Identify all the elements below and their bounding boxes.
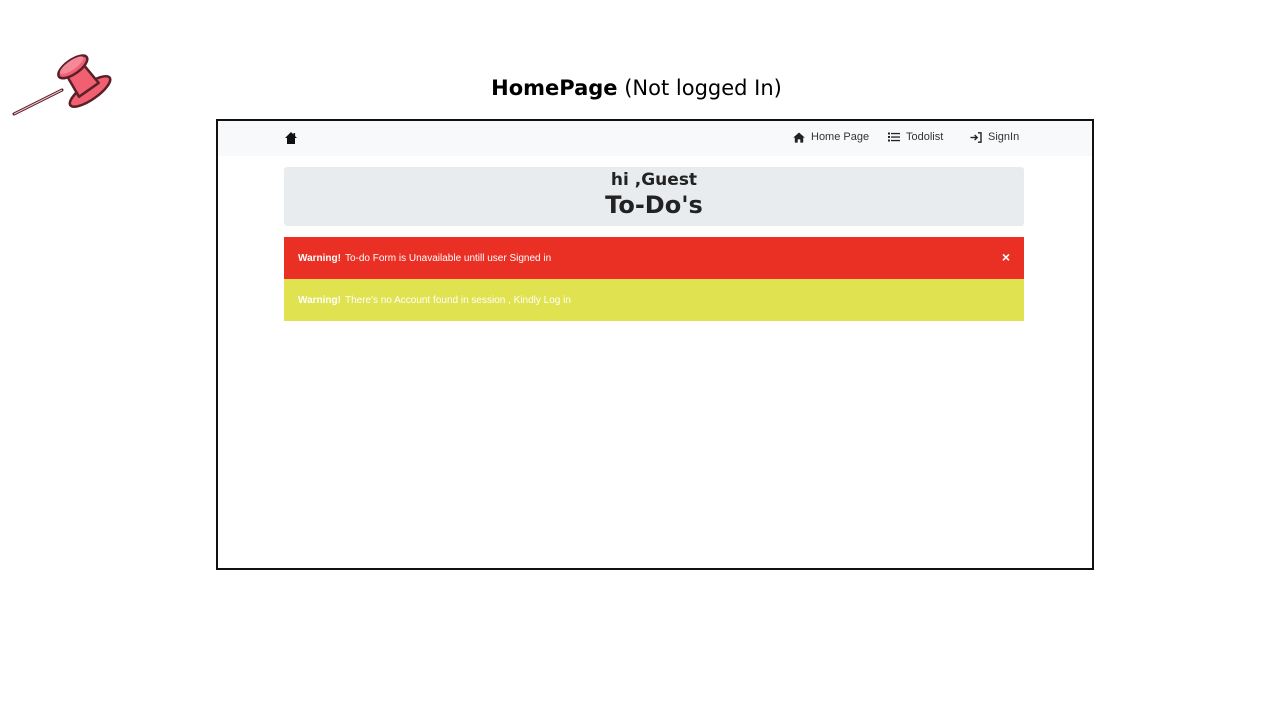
slide-title-bold: HomePage: [491, 76, 618, 100]
home-icon[interactable]: [284, 131, 298, 145]
close-icon[interactable]: ×: [1002, 250, 1010, 264]
home-icon: [793, 132, 805, 143]
alert-strong-text: Warning!: [298, 294, 341, 306]
alert-strong-text: Warning!: [298, 252, 341, 264]
slide-title-rest: (Not logged In): [624, 76, 782, 100]
alert-message: To-do Form is Unavailable untill user Si…: [344, 252, 552, 264]
list-icon: [888, 132, 900, 142]
nav-signin-label: SignIn: [988, 131, 1020, 143]
nav-todolist[interactable]: Todolist: [888, 131, 943, 143]
app-screenshot-frame: Home Page Todolist SignIn hi ,Guest To-D…: [216, 119, 1094, 570]
jumbotron: hi ,Guest To-Do's: [284, 167, 1024, 226]
nav-todolist-label: Todolist: [906, 131, 944, 143]
alert-message: There's no Account found in session , Ki…: [344, 294, 571, 306]
page-heading: To-Do's: [605, 191, 703, 219]
navbar: Home Page Todolist SignIn: [218, 121, 1092, 156]
nav-home-page-label: Home Page: [811, 131, 870, 143]
alert-no-account: Warning! There's no Account found in ses…: [284, 279, 1024, 321]
alert-form-unavailable: Warning! To-do Form is Unavailable until…: [284, 237, 1024, 279]
slide-title: HomePage (Not logged In): [0, 76, 1273, 100]
nav-signin[interactable]: SignIn: [970, 131, 1019, 143]
sign-in-icon: [970, 131, 982, 143]
nav-home-page[interactable]: Home Page: [793, 131, 869, 143]
greeting-text: hi ,Guest: [610, 170, 698, 190]
